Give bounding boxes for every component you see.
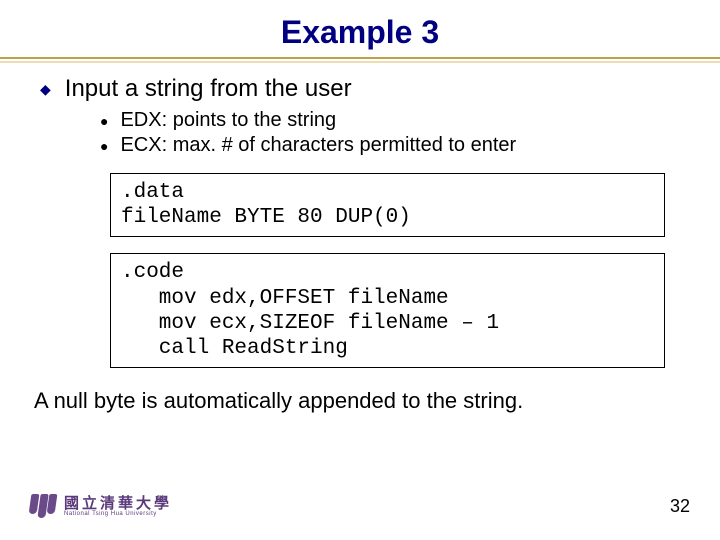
bullet-main-text: Input a string from the user [65,75,352,103]
diamond-bullet-icon: ◆ [40,81,51,98]
logo-english: National Tsing Hua University [64,511,172,517]
logo-chinese: 國立清華大學 [64,496,172,511]
bullet-sub-text: ECX: max. # of characters permitted to e… [120,134,516,157]
logo-mark-icon [30,494,56,518]
closing-note: A null byte is automatically appended to… [0,384,720,414]
slide-content: ◆ Input a string from the user ● EDX: po… [0,71,720,368]
page-number: 32 [670,496,690,517]
logo-text: 國立清華大學 National Tsing Hua University [64,496,172,517]
bullet-sub-text: EDX: points to the string [120,109,336,132]
university-logo: 國立清華大學 National Tsing Hua University [30,494,172,518]
code-block-code: .code mov edx,OFFSET fileName mov ecx,SI… [110,253,665,368]
bullet-level2-group: ● EDX: points to the string ● ECX: max. … [40,109,690,157]
slide-title: Example 3 [0,0,720,57]
bullet-level1: ◆ Input a string from the user [40,75,690,103]
dot-bullet-icon: ● [100,138,108,154]
title-underline [0,57,720,71]
bullet-level2: ● EDX: points to the string [100,109,690,132]
dot-bullet-icon: ● [100,113,108,129]
code-block-data: .data fileName BYTE 80 DUP(0) [110,173,665,237]
slide-footer: 國立清華大學 National Tsing Hua University 32 [0,486,720,526]
bullet-level2: ● ECX: max. # of characters permitted to… [100,134,690,157]
